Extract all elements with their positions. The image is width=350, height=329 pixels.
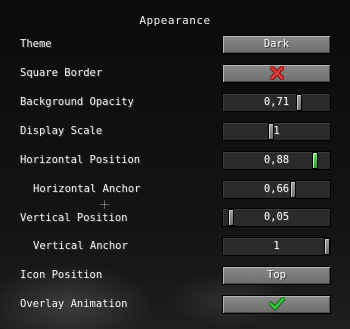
screen-title: Appearance: [139, 14, 211, 27]
slider-knob[interactable]: [324, 238, 330, 255]
slider-value: 0,05: [263, 211, 290, 223]
horizontal-anchor-label: Horizontal Anchor: [33, 183, 141, 195]
icon-position-label: Icon Position: [20, 269, 103, 281]
slider-value: 1: [273, 125, 280, 137]
overlay-animation-label: Overlay Animation: [20, 298, 128, 310]
slider-knob[interactable]: [290, 181, 296, 198]
red-x-icon: [270, 66, 284, 80]
vertical-position-slider[interactable]: 0,05: [222, 208, 331, 227]
vertical-anchor-slider[interactable]: 1: [222, 237, 331, 256]
horizontal-anchor-slider[interactable]: 0,66: [222, 180, 331, 199]
horizontal-position-label: Horizontal Position: [20, 154, 141, 166]
slider-value: 0,88: [263, 154, 290, 166]
theme-label: Theme: [20, 38, 52, 50]
background-opacity-label: Background Opacity: [20, 96, 134, 108]
slider-value: 0,66: [263, 183, 290, 195]
green-check-icon: [269, 297, 285, 311]
background-opacity-slider[interactable]: 0,71: [222, 93, 331, 112]
theme-button[interactable]: Dark: [222, 35, 331, 54]
square-border-label: Square Border: [20, 67, 103, 79]
slider-knob[interactable]: [228, 209, 234, 226]
crosshair-icon: [100, 200, 109, 209]
vertical-anchor-label: Vertical Anchor: [33, 240, 128, 252]
horizontal-position-slider[interactable]: 0,88: [222, 151, 331, 170]
slider-knob[interactable]: [312, 152, 318, 169]
overlay-animation-toggle[interactable]: [222, 295, 331, 314]
vertical-position-label: Vertical Position: [20, 212, 128, 224]
square-border-toggle[interactable]: [222, 64, 331, 83]
slider-value: 0,71: [263, 96, 290, 108]
icon-position-button[interactable]: Top: [222, 266, 331, 285]
display-scale-label: Display Scale: [20, 125, 103, 137]
display-scale-slider[interactable]: 1: [222, 122, 331, 141]
slider-value: 1: [273, 240, 280, 252]
slider-knob[interactable]: [296, 94, 302, 111]
